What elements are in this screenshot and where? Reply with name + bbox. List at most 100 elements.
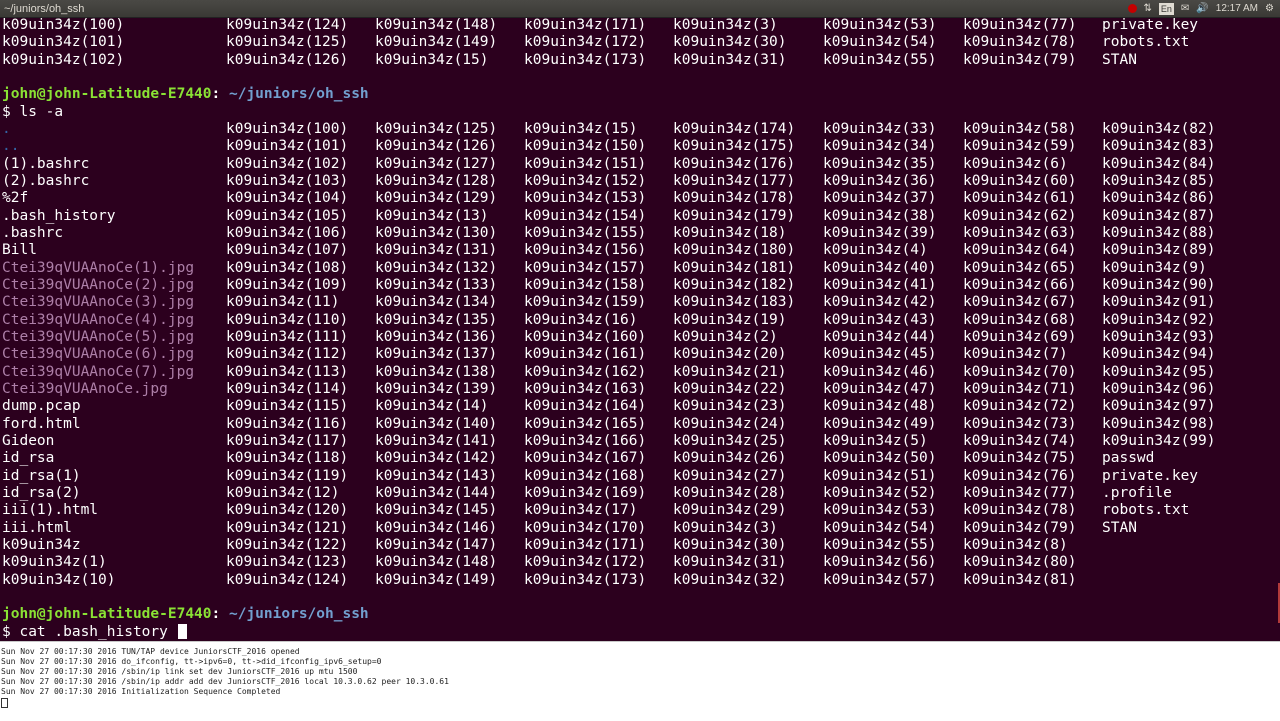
file-entry: k09uin34z(21) xyxy=(673,363,787,380)
file-entry: robots.txt xyxy=(1102,502,1190,519)
command-text: $ ls -a xyxy=(2,103,64,120)
file-entry: .profile xyxy=(1102,484,1172,501)
file-entry: k09uin34z(177) xyxy=(673,172,796,189)
command-input[interactable]: $ cat .bash_history xyxy=(2,624,177,640)
ls-output-line: Gideon k09uin34z(117) k09uin34z(141) k09uin… xyxy=(2,433,1278,450)
file-entry: k09uin34z(57) xyxy=(823,571,937,588)
ls-output-line: Ctei39qVUAAnoCe.jpg k09uin34z(114) k09uin3… xyxy=(2,381,1278,398)
file-entry: k09uin34z(62) xyxy=(963,207,1077,224)
file-entry: k09uin34z(140) xyxy=(375,415,498,432)
file-entry: k09uin34z(146) xyxy=(375,519,498,536)
settings-gear-icon[interactable]: ⚙ xyxy=(1265,2,1274,16)
file-entry: k09uin34z(130) xyxy=(375,224,498,241)
file-entry: k09uin34z(60) xyxy=(963,172,1077,189)
file-entry: k09uin34z(4) xyxy=(823,242,928,259)
file-entry: k09uin34z(84) xyxy=(1102,155,1216,172)
file-entry: k09uin34z(64) xyxy=(963,242,1077,259)
file-entry: k09uin34z(95) xyxy=(1102,363,1216,380)
file-entry: k09uin34z(90) xyxy=(1102,276,1216,293)
file-entry: k09uin34z(129) xyxy=(375,190,498,207)
file-entry: k09uin34z(165) xyxy=(524,415,647,432)
file-entry: k09uin34z(102) xyxy=(2,51,125,68)
command-input-line[interactable]: $ cat .bash_history xyxy=(2,623,1278,641)
file-entry: k09uin34z(160) xyxy=(524,328,647,345)
file-entry: k09uin34z(47) xyxy=(823,380,937,397)
file-entry: Ctei39qVUAAnoCe.jpg xyxy=(2,380,168,397)
file-entry: k09uin34z(96) xyxy=(1102,380,1216,397)
terminal-output[interactable]: k09uin34z(100) k09uin34z(124) k09uin34z(14… xyxy=(0,17,1280,641)
ls-output-line: Ctei39qVUAAnoCe(4).jpg k09uin34z(110) k09u… xyxy=(2,312,1278,329)
file-entry: k09uin34z(105) xyxy=(226,207,349,224)
file-entry: k09uin34z(156) xyxy=(524,242,647,259)
file-entry: k09uin34z(6) xyxy=(963,155,1068,172)
ls-output-line: . k09uin34z(100) k09uin34z(125) k09uin34z(1… xyxy=(2,121,1278,138)
network-icon[interactable]: ⇅ xyxy=(1144,2,1152,16)
file-entry: k09uin34z(171) xyxy=(524,17,647,33)
file-entry: k09uin34z(18) xyxy=(673,224,787,241)
file-entry: k09uin34z(35) xyxy=(823,155,937,172)
ls-output-line: Ctei39qVUAAnoCe(5).jpg k09uin34z(111) k09u… xyxy=(2,329,1278,346)
file-entry: k09uin34z(100) xyxy=(226,120,349,137)
file-entry: k09uin34z(43) xyxy=(823,311,937,328)
file-entry: k09uin34z(42) xyxy=(823,294,937,311)
file-entry: k09uin34z(123) xyxy=(226,554,349,571)
file-entry: k09uin34z(13) xyxy=(375,207,489,224)
record-indicator-icon[interactable] xyxy=(1127,4,1137,13)
file-entry: k09uin34z(24) xyxy=(673,415,787,432)
log-cursor xyxy=(1,698,8,708)
log-line: Sun Nov 27 00:17:30 2016 /sbin/ip link s… xyxy=(1,667,358,676)
ls-output-line: (1).bashrc k09uin34z(102) k09uin34z(127) k0… xyxy=(2,156,1278,173)
file-entry: k09uin34z(56) xyxy=(823,554,937,571)
ls-output-line: .bash_history k09uin34z(105) k09uin34z(13)… xyxy=(2,208,1278,225)
file-entry: k09uin34z(8) xyxy=(963,536,1068,553)
ls-output-line: .. k09uin34z(101) k09uin34z(126) k09uin34z(… xyxy=(2,138,1278,155)
file-entry: k09uin34z(169) xyxy=(524,484,647,501)
volume-icon[interactable]: 🔊 xyxy=(1196,2,1208,16)
log-line: Sun Nov 27 00:17:30 2016 TUN/TAP device … xyxy=(1,647,300,656)
file-entry: k09uin34z(144) xyxy=(375,484,498,501)
file-entry: k09uin34z(126) xyxy=(375,138,498,155)
prompt-path: ~/juniors/oh_ssh xyxy=(220,86,369,103)
file-entry: k09uin34z(181) xyxy=(673,259,796,276)
command-line: $ ls -a xyxy=(2,104,1278,121)
file-entry: k09uin34z(178) xyxy=(673,190,796,207)
file-entry: %2f xyxy=(2,190,29,207)
file-entry: k09uin34z(171) xyxy=(524,536,647,553)
file-entry: k09uin34z(148) xyxy=(375,554,498,571)
keyboard-layout-indicator[interactable]: En xyxy=(1158,2,1174,15)
prompt-user-host: john@john-Latitude-E7440 xyxy=(2,606,212,623)
file-entry: k09uin34z(153) xyxy=(524,190,647,207)
file-entry: k09uin34z(172) xyxy=(524,34,647,51)
file-entry: k09uin34z(180) xyxy=(673,242,796,259)
ls-output-line: iii(1).html k09uin34z(120) k09uin34z(145) k… xyxy=(2,502,1278,519)
file-entry: k09uin34z(127) xyxy=(375,155,498,172)
ls-output-line: Ctei39qVUAAnoCe(3).jpg k09uin34z(11) k09ui… xyxy=(2,294,1278,311)
file-entry: dump.pcap xyxy=(2,398,81,415)
mail-icon[interactable]: ✉ xyxy=(1181,2,1189,16)
file-entry: k09uin34z(36) xyxy=(823,172,937,189)
file-entry: k09uin34z(106) xyxy=(226,224,349,241)
file-entry: k09uin34z(124) xyxy=(226,571,349,588)
file-entry: k09uin34z(75) xyxy=(963,450,1077,467)
log-line: Sun Nov 27 00:17:30 2016 /sbin/ip addr a… xyxy=(1,677,449,686)
ls-output-line: Ctei39qVUAAnoCe(1).jpg k09uin34z(108) k09u… xyxy=(2,260,1278,277)
file-entry: k09uin34z(16) xyxy=(524,311,638,328)
file-entry: k09uin34z(54) xyxy=(823,34,937,51)
file-entry: k09uin34z(124) xyxy=(226,17,349,33)
file-entry: k09uin34z(31) xyxy=(673,554,787,571)
file-entry: k09uin34z(22) xyxy=(673,380,787,397)
file-entry: k09uin34z(23) xyxy=(673,398,787,415)
file-entry: k09uin34z(27) xyxy=(673,467,787,484)
clock[interactable]: 12:17 AM xyxy=(1216,2,1258,16)
file-entry: k09uin34z(157) xyxy=(524,259,647,276)
file-entry: k09uin34z(150) xyxy=(524,138,647,155)
file-entry: k09uin34z(131) xyxy=(375,242,498,259)
file-entry: STAN xyxy=(1102,51,1137,68)
file-entry: k09uin34z(79) xyxy=(963,519,1077,536)
file-entry: k09uin34z(7) xyxy=(963,346,1068,363)
ls-output-line: (2).bashrc k09uin34z(103) k09uin34z(128) k0… xyxy=(2,173,1278,190)
file-entry: k09uin34z(44) xyxy=(823,328,937,345)
file-entry: k09uin34z(3) xyxy=(673,519,778,536)
file-entry: k09uin34z(182) xyxy=(673,276,796,293)
